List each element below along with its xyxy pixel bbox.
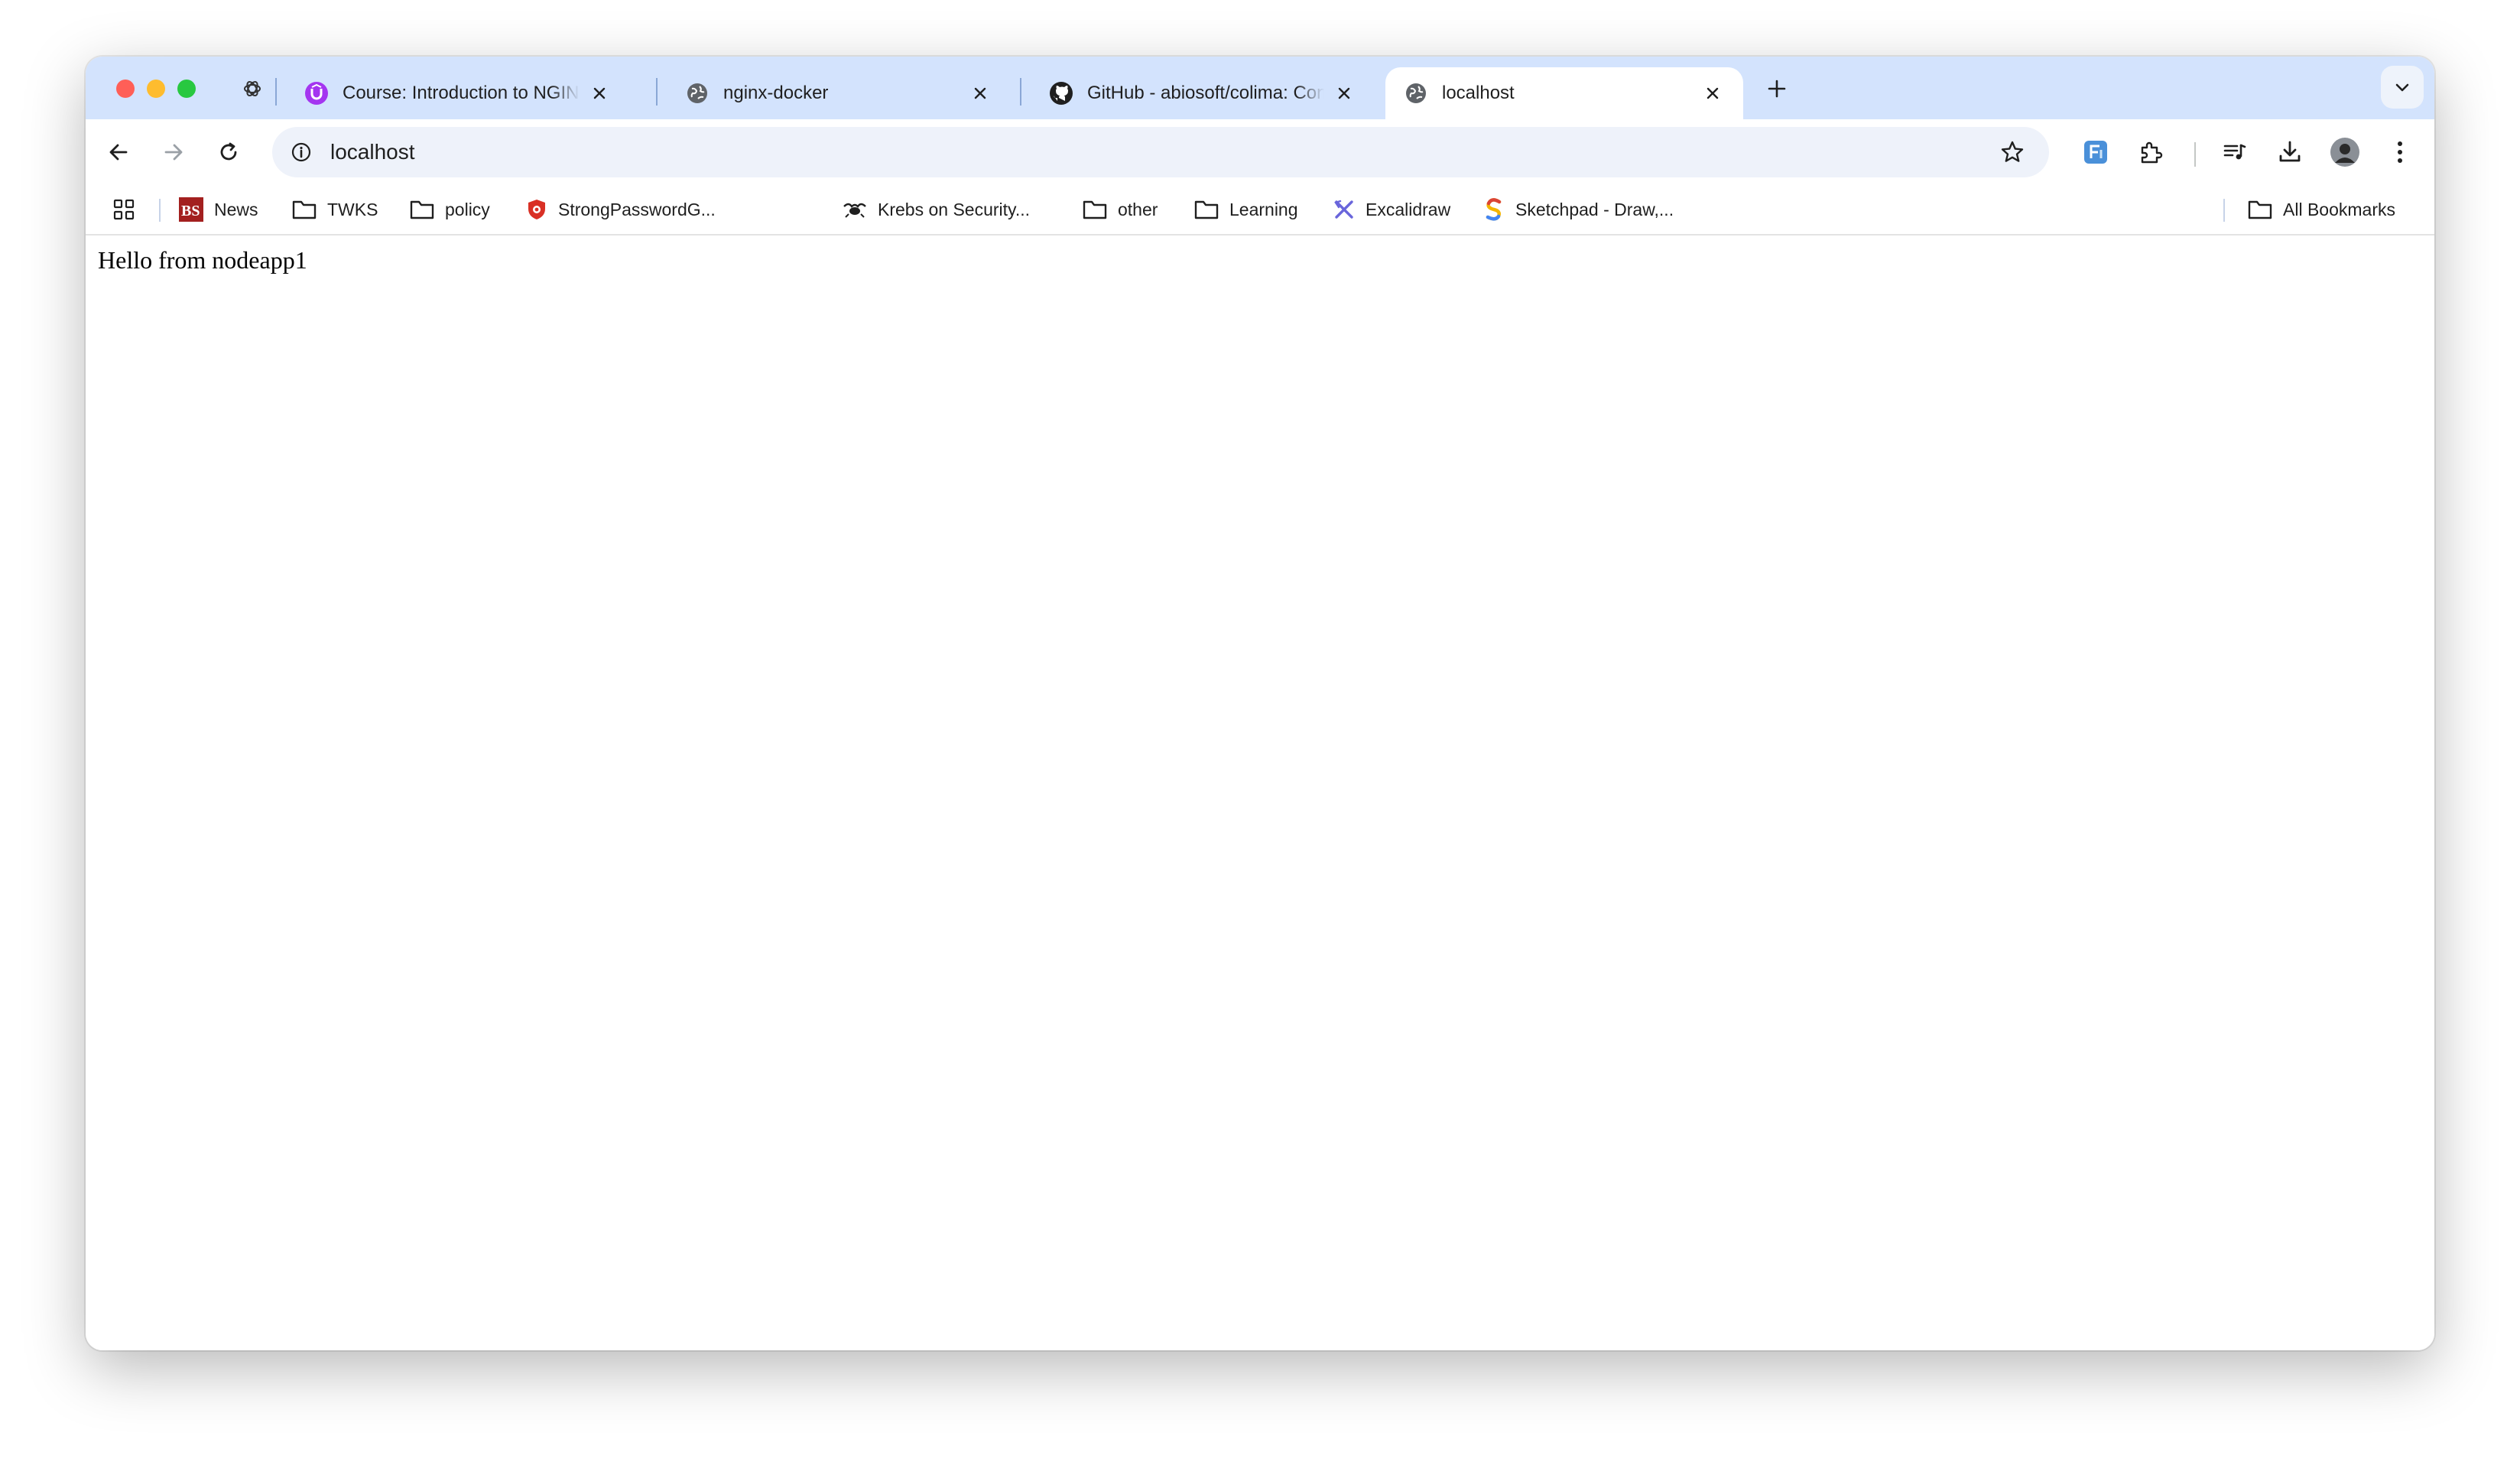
folder-icon	[1083, 197, 1107, 222]
extension-f-button[interactable]	[2077, 133, 2115, 171]
bookmark-label: Krebs on Security...	[878, 199, 1030, 219]
bookmark-news[interactable]: BS News	[179, 193, 258, 226]
bookmark-krebs[interactable]: Krebs on Security...	[843, 193, 1030, 226]
tab-separator	[275, 78, 277, 106]
tab-title: Course: Introduction to NGINX	[343, 83, 580, 103]
bookmark-label: TWKS	[327, 199, 378, 219]
apps-grid-icon	[112, 197, 136, 222]
apps-button[interactable]	[112, 193, 136, 226]
toolbar: localhost	[86, 119, 2434, 185]
bookmark-label: StrongPasswordG...	[558, 199, 716, 219]
tab-title: localhost	[1442, 83, 1515, 103]
krebs-icon	[843, 197, 867, 222]
toolbar-divider	[2194, 142, 2196, 167]
shield-icon	[524, 197, 549, 222]
bookmark-folder-learning[interactable]: Learning	[1194, 193, 1298, 226]
bookmark-label: Excalidraw	[1366, 199, 1451, 219]
back-button[interactable]	[99, 133, 138, 171]
puzzle-icon	[2141, 141, 2163, 164]
globe-icon	[685, 81, 710, 106]
tab-course-nginx[interactable]: Course: Introduction to NGINX	[286, 67, 630, 119]
close-tab-icon[interactable]	[587, 81, 612, 106]
all-bookmarks-button[interactable]: All Bookmarks	[2248, 193, 2395, 226]
media-list-icon	[2223, 144, 2246, 160]
all-bookmarks-label: All Bookmarks	[2283, 199, 2395, 219]
bookmark-label: other	[1118, 199, 1158, 219]
reading-list-button[interactable]	[2216, 133, 2254, 171]
extension-f-icon	[2084, 141, 2107, 164]
tab-title: GitHub - abiosoft/colima: Container runt…	[1087, 83, 1324, 103]
bookmark-label: policy	[445, 199, 490, 219]
chrome-menu-button[interactable]	[2381, 133, 2419, 171]
page-body-text: Hello from nodeapp1	[98, 246, 307, 274]
extensions-button[interactable]	[2132, 133, 2170, 171]
site-info-icon[interactable]	[287, 138, 315, 166]
udemy-icon	[304, 81, 329, 106]
window-minimize-button[interactable]	[147, 80, 165, 98]
tab-title: nginx-docker	[723, 83, 829, 103]
tab-strip: Course: Introduction to NGINX nginx-dock…	[86, 57, 2434, 119]
tab-separator	[1020, 78, 1021, 106]
folder-icon	[2248, 197, 2272, 222]
tab-search-button[interactable]	[2381, 66, 2424, 109]
sketchpad-icon	[1482, 197, 1506, 222]
bookmarks-bar: BS News TWKS policy StrongPasswordG... K…	[86, 185, 2434, 236]
folder-icon	[292, 197, 317, 222]
window-close-button[interactable]	[116, 80, 135, 98]
more-vert-icon	[2398, 141, 2402, 163]
download-icon	[2279, 141, 2301, 162]
url-text[interactable]: localhost	[330, 140, 1996, 164]
bookmark-label: Sketchpad - Draw,...	[1515, 199, 1674, 219]
window-maximize-button[interactable]	[177, 80, 196, 98]
bookmark-strongpassword[interactable]: StrongPasswordG...	[524, 193, 716, 226]
excalidraw-icon	[1332, 197, 1356, 222]
reload-icon	[220, 142, 237, 161]
address-bar[interactable]: localhost	[272, 127, 2049, 177]
page-content: Hello from nodeapp1	[86, 236, 2434, 1350]
browser-window: Course: Introduction to NGINX nginx-dock…	[86, 57, 2434, 1350]
bookmark-folder-twks[interactable]: TWKS	[292, 193, 378, 226]
star-icon[interactable]	[1996, 135, 2029, 169]
reload-button[interactable]	[209, 133, 248, 171]
github-icon	[1049, 81, 1073, 106]
plus-icon	[1768, 80, 1786, 98]
tab-localhost[interactable]: localhost	[1385, 67, 1743, 119]
close-tab-icon[interactable]	[1332, 81, 1356, 106]
tab-nginx-docker[interactable]: nginx-docker	[667, 67, 1011, 119]
forward-button[interactable]	[154, 133, 193, 171]
tab-github-colima[interactable]: GitHub - abiosoft/colima: Container runt…	[1031, 67, 1375, 119]
svg-text:BS: BS	[181, 203, 200, 219]
new-tab-button[interactable]	[1763, 75, 1791, 102]
tab-separator	[656, 78, 658, 106]
close-tab-icon[interactable]	[1700, 81, 1725, 106]
bookmark-separator	[159, 199, 161, 222]
bookmark-excalidraw[interactable]: Excalidraw	[1332, 193, 1450, 226]
openai-icon	[244, 80, 261, 97]
chevron-down-icon	[2395, 83, 2409, 92]
folder-icon	[410, 197, 434, 222]
bs-logo-icon: BS	[179, 197, 203, 222]
arrow-left-icon	[109, 144, 128, 161]
bookmark-folder-policy[interactable]: policy	[410, 193, 490, 226]
avatar-icon	[2330, 138, 2359, 167]
profile-avatar[interactable]	[2326, 133, 2364, 171]
chatgpt-tab-icon[interactable]	[239, 75, 266, 102]
close-tab-icon[interactable]	[968, 81, 992, 106]
globe-icon	[1404, 81, 1428, 106]
bookmark-label: Learning	[1229, 199, 1298, 219]
bookmark-sketchpad[interactable]: Sketchpad - Draw,...	[1482, 193, 1674, 226]
folder-icon	[1194, 197, 1219, 222]
bookmark-separator	[2223, 199, 2225, 222]
bookmark-folder-other[interactable]: other	[1083, 193, 1158, 226]
arrow-right-icon	[164, 144, 183, 161]
bookmark-label: News	[214, 199, 258, 219]
downloads-button[interactable]	[2271, 133, 2309, 171]
